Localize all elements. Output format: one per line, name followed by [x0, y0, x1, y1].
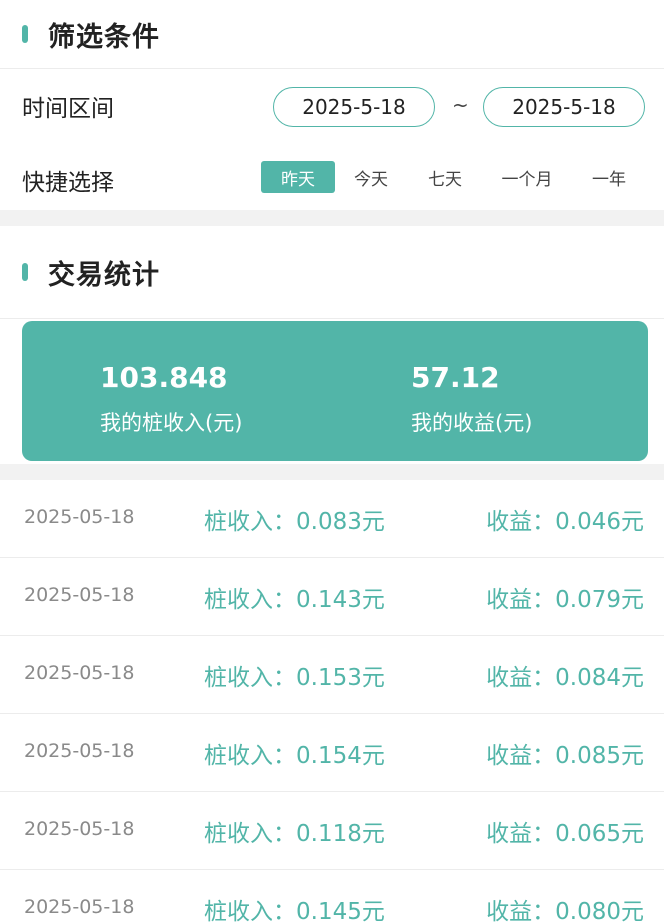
date-separator: ~ [452, 93, 469, 117]
record-date: 2025-05-18 [24, 818, 135, 840]
quick-option-one-month[interactable]: 一个月 [490, 161, 564, 193]
profit-value: 57.12 [411, 361, 500, 394]
quick-select-label: 快捷选择 [22, 170, 114, 196]
record-pile-income: 桩收入：0.083元 [204, 509, 385, 535]
start-date-picker[interactable]: 2025-5-18 [273, 87, 435, 127]
record-pile-income: 桩收入：0.143元 [204, 587, 385, 613]
quick-option-one-year[interactable]: 一年 [580, 161, 638, 193]
record-date: 2025-05-18 [24, 506, 135, 528]
filter-section-title: 筛选条件 [48, 21, 160, 53]
transaction-list: 2025-05-18 桩收入：0.083元 收益：0.046元 2025-05-… [0, 480, 664, 922]
record-profit: 收益：0.046元 [486, 509, 644, 535]
pile-income-label: 我的桩收入(元) [100, 411, 243, 435]
record-date: 2025-05-18 [24, 740, 135, 762]
record-pile-income: 桩收入：0.153元 [204, 665, 385, 691]
quick-option-seven-days[interactable]: 七天 [414, 161, 476, 193]
record-profit: 收益：0.079元 [486, 587, 644, 613]
record-profit: 收益：0.065元 [486, 821, 644, 847]
filter-section-header: 筛选条件 [0, 0, 664, 68]
record-date: 2025-05-18 [24, 662, 135, 684]
time-range-label: 时间区间 [22, 96, 114, 122]
profit-label: 我的收益(元) [411, 411, 533, 435]
stats-section-header: 交易统计 [0, 226, 664, 318]
list-item[interactable]: 2025-05-18 桩收入：0.083元 收益：0.046元 [0, 480, 664, 558]
list-item[interactable]: 2025-05-18 桩收入：0.153元 收益：0.084元 [0, 636, 664, 714]
quick-option-today[interactable]: 今天 [340, 161, 402, 193]
section-accent-bar [22, 263, 28, 281]
stats-section-title: 交易统计 [48, 259, 160, 291]
filter-panel: 时间区间 2025-5-18 ~ 2025-5-18 快捷选择 昨天 今天 七天… [0, 68, 664, 210]
record-pile-income: 桩收入：0.154元 [204, 743, 385, 769]
quick-option-yesterday[interactable]: 昨天 [261, 161, 335, 193]
stats-card: 103.848 我的桩收入(元) 57.12 我的收益(元) [22, 321, 648, 461]
record-profit: 收益：0.085元 [486, 743, 644, 769]
record-date: 2025-05-18 [24, 896, 135, 918]
record-profit: 收益：0.084元 [486, 665, 644, 691]
section-accent-bar [22, 25, 28, 43]
record-profit: 收益：0.080元 [486, 899, 644, 922]
list-item[interactable]: 2025-05-18 桩收入：0.154元 收益：0.085元 [0, 714, 664, 792]
record-pile-income: 桩收入：0.118元 [204, 821, 385, 847]
list-item[interactable]: 2025-05-18 桩收入：0.143元 收益：0.079元 [0, 558, 664, 636]
list-item[interactable]: 2025-05-18 桩收入：0.118元 收益：0.065元 [0, 792, 664, 870]
record-pile-income: 桩收入：0.145元 [204, 899, 385, 922]
stats-panel: 103.848 我的桩收入(元) 57.12 我的收益(元) [0, 318, 664, 464]
end-date-picker[interactable]: 2025-5-18 [483, 87, 645, 127]
list-item[interactable]: 2025-05-18 桩收入：0.145元 收益：0.080元 [0, 870, 664, 922]
page: 筛选条件 时间区间 2025-5-18 ~ 2025-5-18 快捷选择 昨天 … [0, 0, 664, 922]
pile-income-value: 103.848 [100, 361, 228, 394]
record-date: 2025-05-18 [24, 584, 135, 606]
